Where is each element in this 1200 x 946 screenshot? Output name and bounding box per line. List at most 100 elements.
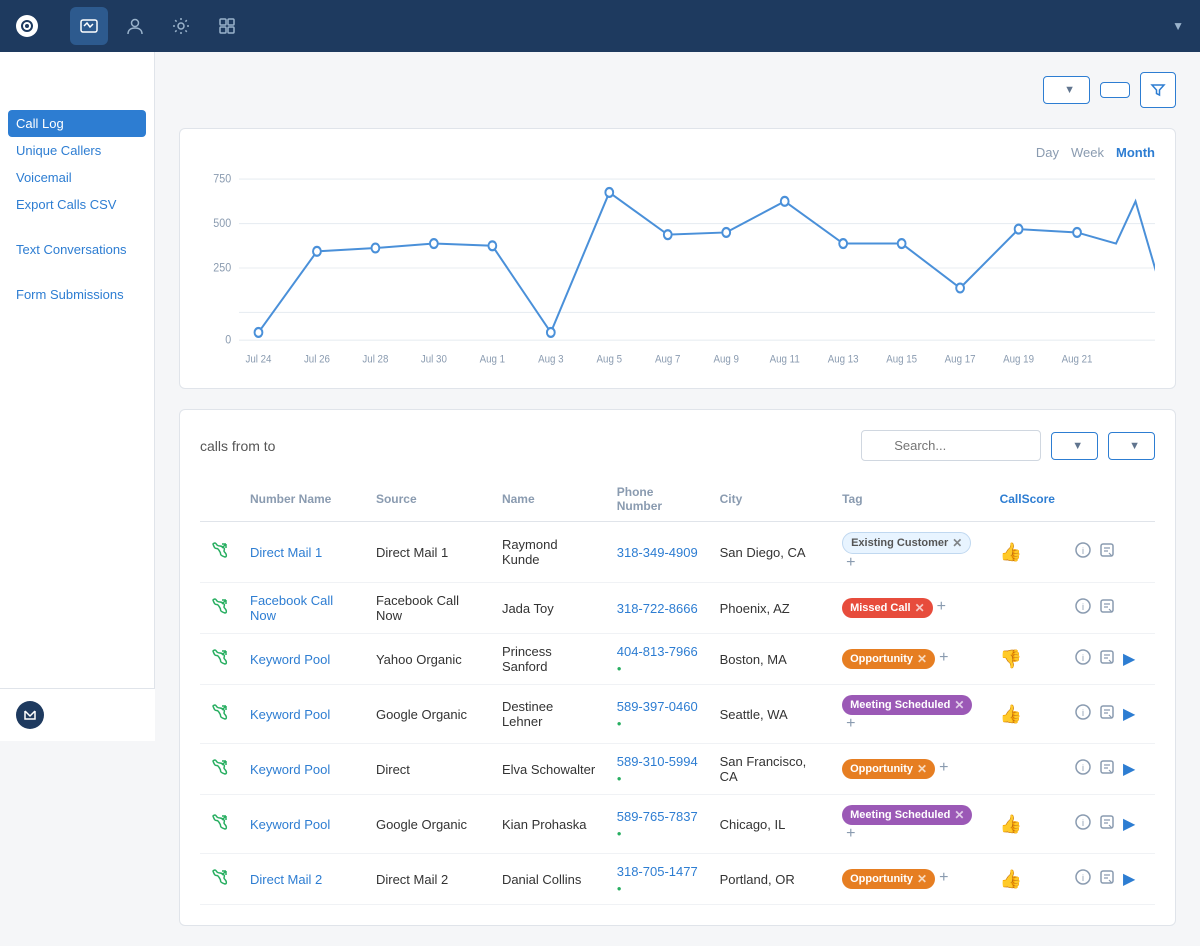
svg-text:Jul 26: Jul 26 (304, 354, 330, 366)
table-row: Direct Mail 2 Direct Mail 2 Danial Colli… (200, 854, 1155, 905)
sidebar-calls-label (0, 92, 154, 110)
sidebar-item-unique-callers[interactable]: Unique Callers (0, 137, 154, 164)
nav-person-icon[interactable] (116, 7, 154, 45)
row-actions: i (1075, 598, 1145, 619)
filter-button[interactable] (1140, 72, 1176, 108)
number-name-link[interactable]: Facebook Call Now (250, 593, 333, 623)
logo[interactable] (16, 15, 46, 37)
info-icon[interactable]: i (1075, 598, 1091, 619)
thumbs-up-icon: 👍 (1000, 869, 1022, 889)
number-name-link[interactable]: Direct Mail 1 (250, 545, 322, 560)
tag-add-button[interactable]: + (939, 649, 948, 666)
table-settings-button[interactable]: ▼ (1051, 432, 1098, 460)
log-icon[interactable] (1099, 814, 1115, 835)
actions-cell: i ▶ (1065, 685, 1155, 744)
time-btn-month[interactable]: Month (1116, 145, 1155, 160)
phone-number[interactable]: 589-310-5994 (617, 754, 698, 784)
user-menu[interactable]: ▼ (1166, 19, 1184, 33)
tag-add-button[interactable]: + (939, 869, 948, 886)
log-icon[interactable] (1099, 759, 1115, 780)
city-cell: San Diego, CA (710, 522, 833, 583)
lead-center-nav[interactable] (0, 688, 155, 741)
tag-close-btn[interactable]: ✕ (917, 652, 927, 666)
log-icon[interactable] (1099, 542, 1115, 563)
phone-number[interactable]: 589-765-7837 (617, 809, 698, 839)
row-actions: i ▶ (1075, 869, 1145, 890)
sidebar-item-export-csv[interactable]: Export Calls CSV (0, 191, 154, 218)
number-name-cell: Keyword Pool (240, 795, 366, 854)
tag-add-button[interactable]: + (846, 715, 855, 732)
play-button[interactable]: ▶ (1123, 869, 1135, 889)
thumbs-up-icon: 👍 (1000, 542, 1022, 562)
number-name-link[interactable]: Keyword Pool (250, 652, 330, 667)
tag-close-btn[interactable]: ✕ (915, 601, 925, 615)
tag-close-btn[interactable]: ✕ (917, 762, 927, 776)
tag-close-btn[interactable]: ✕ (952, 536, 962, 550)
number-name-cell: Facebook Call Now (240, 583, 366, 634)
phone-number[interactable]: 318-705-1477 (617, 864, 698, 894)
svg-text:Aug 21: Aug 21 (1062, 354, 1093, 366)
sidebar-item-form-submissions[interactable]: Form Submissions (0, 281, 154, 308)
callscore-cell: 👎 (990, 634, 1065, 685)
sidebar-item-text-conversations[interactable]: Text Conversations (0, 236, 154, 263)
tag-add-button[interactable]: + (846, 554, 855, 571)
row-actions: i ▶ (1075, 759, 1145, 780)
number-name-link[interactable]: Keyword Pool (250, 817, 330, 832)
incoming-call-icon (210, 546, 228, 563)
incoming-call-icon (210, 653, 228, 670)
play-button[interactable]: ▶ (1123, 759, 1135, 779)
row-call-icon (200, 522, 240, 583)
tag-meeting: Meeting Scheduled ✕ (842, 805, 972, 825)
log-icon[interactable] (1099, 598, 1115, 619)
row-call-icon (200, 854, 240, 905)
tag-cell: Missed Call✕+ (832, 583, 990, 634)
tag-add-button[interactable]: + (939, 759, 948, 776)
tag-close-btn[interactable]: ✕ (917, 872, 927, 886)
search-input[interactable] (861, 430, 1041, 461)
svg-text:i: i (1082, 602, 1084, 612)
svg-text:i: i (1082, 873, 1084, 883)
nav-activity-icon[interactable] (70, 7, 108, 45)
phone-number[interactable]: 404-813-7966 (617, 644, 698, 674)
tag-label: Meeting Scheduled (850, 809, 950, 821)
phone-number[interactable]: 318-349-4909 (617, 545, 698, 560)
tag-meeting: Meeting Scheduled✕ (842, 695, 972, 715)
nav-gear2-icon[interactable] (208, 7, 246, 45)
log-icon[interactable] (1099, 649, 1115, 670)
log-icon[interactable] (1099, 704, 1115, 725)
play-button[interactable]: ▶ (1123, 649, 1135, 669)
sidebar-item-call-log[interactable]: Call Log (8, 110, 146, 137)
phone-number[interactable]: 589-397-0460 (617, 699, 698, 729)
actions-cell: i ▶ (1065, 795, 1155, 854)
sidebar-item-voicemail[interactable]: Voicemail (0, 164, 154, 191)
time-btn-day[interactable]: Day (1036, 145, 1059, 160)
date-range-picker[interactable] (1100, 82, 1130, 98)
company-selector[interactable]: ▼ (1043, 76, 1090, 104)
tag-close-btn[interactable]: ✕ (954, 808, 964, 822)
svg-text:Aug 13: Aug 13 (828, 354, 859, 366)
nav-settings-icon[interactable] (162, 7, 200, 45)
time-btn-week[interactable]: Week (1071, 145, 1104, 160)
log-icon[interactable] (1099, 869, 1115, 890)
tag-close-btn[interactable]: ✕ (954, 698, 964, 712)
tag-opportunity: Opportunity✕ (842, 649, 935, 669)
info-icon[interactable]: i (1075, 814, 1091, 835)
number-name-link[interactable]: Keyword Pool (250, 707, 330, 722)
play-button[interactable]: ▶ (1123, 814, 1135, 834)
svg-text:i: i (1082, 653, 1084, 663)
info-icon[interactable]: i (1075, 649, 1091, 670)
lead-center-icon (16, 701, 44, 729)
number-name-link[interactable]: Keyword Pool (250, 762, 330, 777)
phone-cell: 318-349-4909 (607, 522, 710, 583)
info-icon[interactable]: i (1075, 869, 1091, 890)
tag-add-button[interactable]: + (937, 598, 946, 615)
phone-number[interactable]: 318-722-8666 (617, 601, 698, 616)
tag-add-button[interactable]: + (846, 825, 855, 842)
play-button[interactable]: ▶ (1123, 704, 1135, 724)
info-icon[interactable]: i (1075, 704, 1091, 725)
chart-card: Day Week Month 750 500 250 0 (179, 128, 1176, 389)
export-button[interactable]: ▼ (1108, 432, 1155, 460)
info-icon[interactable]: i (1075, 759, 1091, 780)
number-name-link[interactable]: Direct Mail 2 (250, 872, 322, 887)
info-icon[interactable]: i (1075, 542, 1091, 563)
